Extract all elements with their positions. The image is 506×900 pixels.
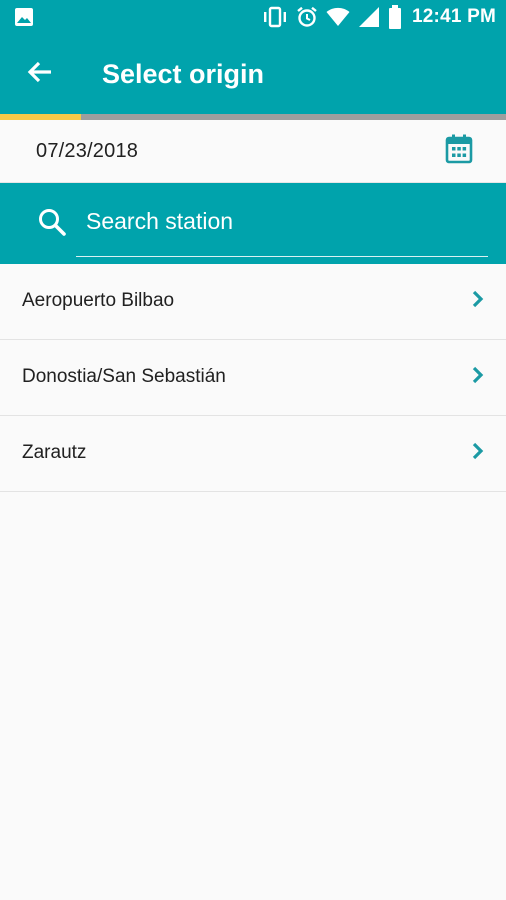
vibrate-icon xyxy=(262,6,288,28)
date-value: 07/23/2018 xyxy=(36,139,139,162)
status-bar: 12:41 PM xyxy=(0,0,506,34)
image-icon xyxy=(14,7,34,27)
chevron-right-icon xyxy=(470,289,486,309)
alarm-icon xyxy=(296,6,318,28)
calendar-icon xyxy=(445,134,473,169)
list-item[interactable]: Zarautz xyxy=(0,416,506,492)
search-input[interactable] xyxy=(76,201,488,241)
status-left xyxy=(14,7,34,27)
page-title: Select origin xyxy=(102,58,265,89)
list-item[interactable]: Donostia/San Sebastián xyxy=(0,340,506,416)
search-underline xyxy=(76,256,488,257)
chevron-right-icon xyxy=(470,441,486,461)
date-row[interactable]: 07/23/2018 xyxy=(0,120,506,183)
station-label: Aeropuerto Bilbao xyxy=(22,289,175,311)
back-button[interactable] xyxy=(8,34,72,114)
status-right: 12:41 PM xyxy=(262,5,496,29)
app-toolbar: Select origin xyxy=(0,34,506,114)
list-item[interactable]: Aeropuerto Bilbao xyxy=(0,264,506,340)
battery-icon xyxy=(388,5,402,29)
calendar-button[interactable] xyxy=(444,134,474,169)
station-label: Zarautz xyxy=(22,441,87,463)
wifi-icon xyxy=(326,7,350,27)
search-bar xyxy=(0,183,506,264)
status-time: 12:41 PM xyxy=(412,6,496,27)
arrow-left-icon xyxy=(27,60,53,89)
search-icon xyxy=(36,206,68,238)
signal-icon xyxy=(358,7,380,27)
station-list: Aeropuerto Bilbao Donostia/San Sebastián… xyxy=(0,264,506,492)
station-label: Donostia/San Sebastián xyxy=(22,365,226,387)
chevron-right-icon xyxy=(470,365,486,385)
